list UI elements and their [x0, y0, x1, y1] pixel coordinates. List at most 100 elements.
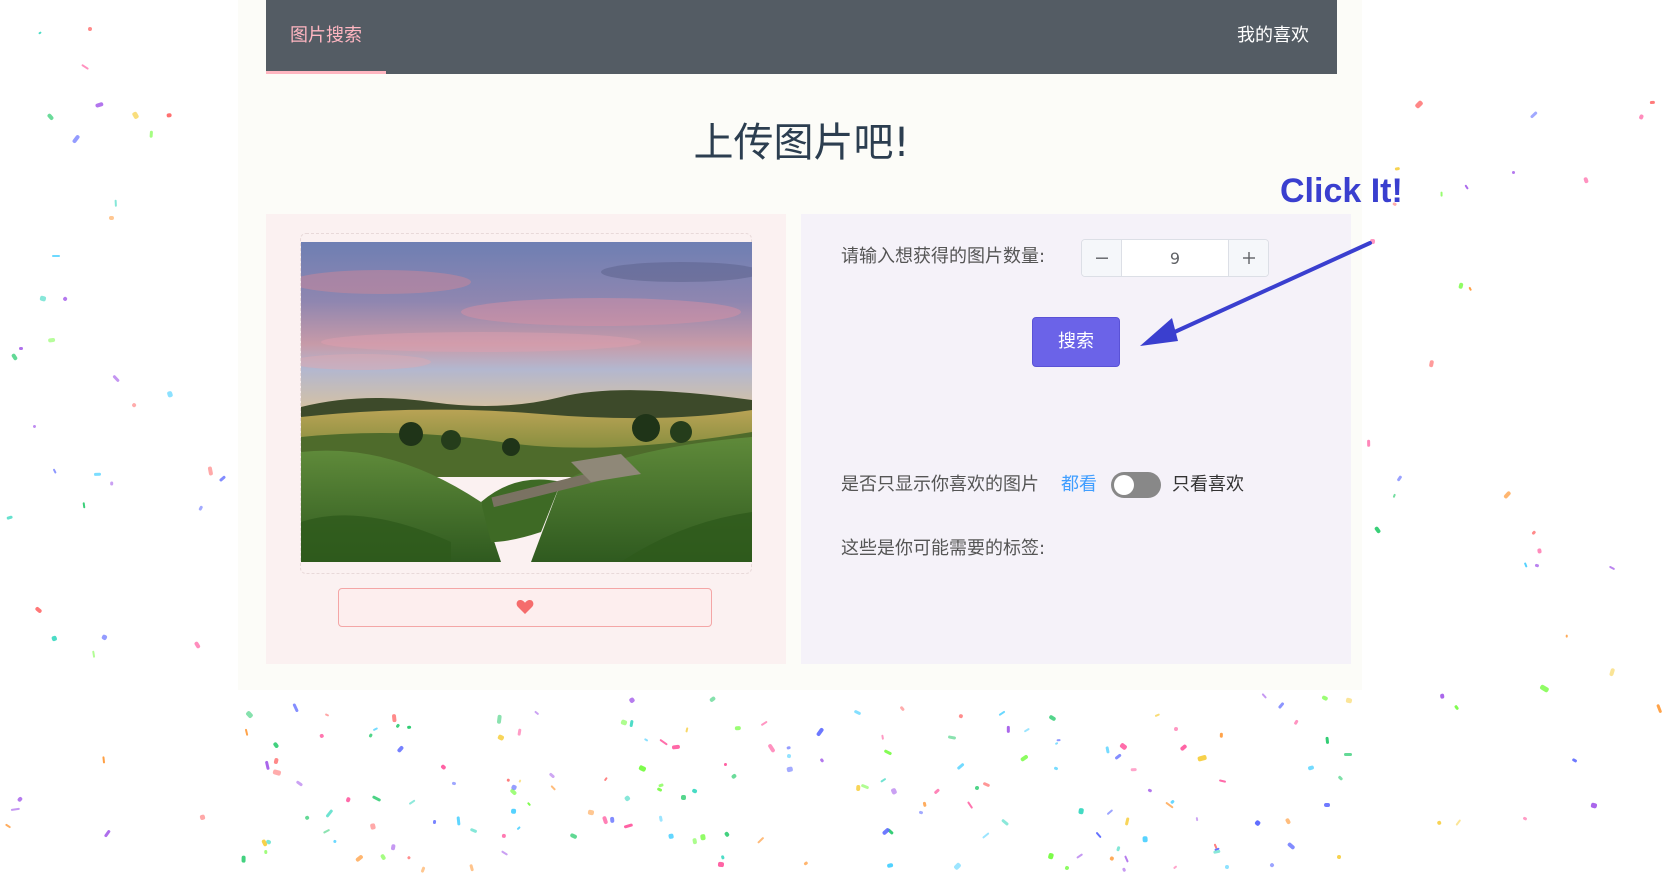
confetti-piece: [1064, 865, 1070, 871]
confetti-piece: [609, 816, 615, 824]
confetti-piece: [1343, 753, 1353, 757]
confetti-piece: [295, 780, 304, 787]
image-panel: [266, 214, 786, 664]
confetti-piece: [1656, 703, 1662, 713]
confetti-piece: [1131, 768, 1137, 772]
confetti-piece: [816, 727, 825, 737]
confetti-piece: [1458, 282, 1464, 290]
confetti-piece: [1269, 861, 1275, 868]
confetti-piece: [1169, 799, 1175, 805]
confetti-piece: [602, 816, 609, 826]
confetti-piece: [497, 714, 503, 724]
confetti-piece: [420, 866, 426, 873]
confetti-piece: [1213, 849, 1221, 854]
confetti-piece: [982, 781, 990, 787]
confetti-piece: [207, 465, 214, 476]
toggle-favorites-only-label[interactable]: 只看喜欢: [1172, 470, 1244, 500]
confetti-piece: [948, 734, 957, 740]
confetti-piece: [997, 709, 1006, 716]
confetti-piece: [389, 843, 396, 851]
confetti-piece: [265, 839, 272, 846]
confetti-piece: [82, 501, 86, 508]
confetti-piece: [103, 828, 112, 838]
confetti-piece: [6, 515, 13, 521]
like-button[interactable]: [338, 588, 712, 627]
confetti-piece: [292, 703, 300, 713]
confetti-piece: [527, 802, 532, 807]
count-stepper: [1081, 239, 1269, 277]
decrement-button[interactable]: [1082, 240, 1122, 276]
confetti-piece: [1571, 758, 1579, 764]
confetti-piece: [244, 728, 249, 736]
confetti-piece: [721, 855, 725, 860]
confetti-piece: [1324, 802, 1331, 808]
confetti-piece: [1565, 635, 1568, 639]
confetti-piece: [1649, 101, 1655, 105]
confetti-piece: [1428, 360, 1434, 369]
confetti-piece: [94, 102, 104, 109]
confetti-piece: [671, 744, 681, 750]
confetti-piece: [10, 352, 18, 361]
confetti-piece: [1075, 853, 1083, 860]
confetti-piece: [967, 801, 974, 810]
confetti-piece: [1539, 683, 1550, 693]
confetti-piece: [51, 635, 58, 642]
heart-icon: [516, 600, 534, 614]
increment-button[interactable]: [1228, 240, 1268, 276]
confetti-piece: [569, 832, 578, 840]
confetti-piece: [451, 781, 457, 786]
confetti-piece: [469, 828, 478, 835]
count-input[interactable]: [1122, 240, 1228, 276]
confetti-piece: [52, 468, 58, 475]
confetti-piece: [433, 819, 437, 825]
confetti-piece: [354, 854, 364, 863]
confetti-piece: [1583, 177, 1590, 184]
confetti-piece: [1454, 818, 1461, 826]
confetti-piece: [16, 795, 24, 803]
search-button[interactable]: 搜索: [1032, 317, 1120, 367]
confetti-piece: [982, 831, 990, 839]
confetti-piece: [1373, 526, 1382, 535]
confetti-piece: [1197, 754, 1207, 762]
click-it-annotation: Click It!: [1280, 172, 1403, 210]
confetti-piece: [1414, 100, 1424, 110]
confetti-piece: [766, 743, 776, 754]
confetti-piece: [39, 295, 47, 302]
confetti-piece: [325, 809, 334, 819]
confetti-piece: [501, 833, 506, 838]
confetti-piece: [1522, 816, 1528, 821]
confetti-piece: [1095, 831, 1102, 839]
confetti-piece: [730, 772, 738, 780]
confetti-piece: [958, 713, 964, 719]
confetti-piece: [1502, 490, 1512, 500]
confetti-piece: [1121, 867, 1127, 873]
confetti-piece: [1278, 701, 1286, 709]
confetti-piece: [1023, 728, 1030, 733]
confetti-piece: [1048, 714, 1057, 722]
confetti-piece: [918, 810, 924, 814]
confetti-piece: [884, 749, 893, 756]
confetti-piece: [656, 786, 663, 792]
confetti-piece: [1172, 864, 1178, 869]
confetti-piece: [1154, 713, 1160, 718]
favorites-toggle[interactable]: [1111, 472, 1161, 498]
landscape-photo: [301, 242, 752, 562]
confetti-piece: [1326, 736, 1330, 744]
nav-item-my-favorites[interactable]: 我的喜欢: [1237, 0, 1309, 74]
nav-item-image-search[interactable]: 图片搜索: [266, 0, 386, 74]
confetti-piece: [761, 720, 768, 727]
confetti-piece: [37, 31, 42, 35]
confetti-piece: [620, 719, 628, 727]
confetti-piece: [638, 764, 647, 772]
confetti-piece: [368, 732, 373, 738]
confetti-piece: [1346, 697, 1353, 704]
confetti-piece: [819, 758, 825, 764]
confetti-piece: [1105, 745, 1111, 753]
confetti-piece: [974, 785, 980, 790]
confetti-piece: [692, 837, 698, 845]
confetti-piece: [786, 754, 792, 759]
confetti-piece: [370, 822, 377, 830]
confetti-piece: [1219, 732, 1223, 738]
confetti-piece: [691, 788, 699, 795]
toggle-show-all-label[interactable]: 都看: [1061, 470, 1097, 500]
